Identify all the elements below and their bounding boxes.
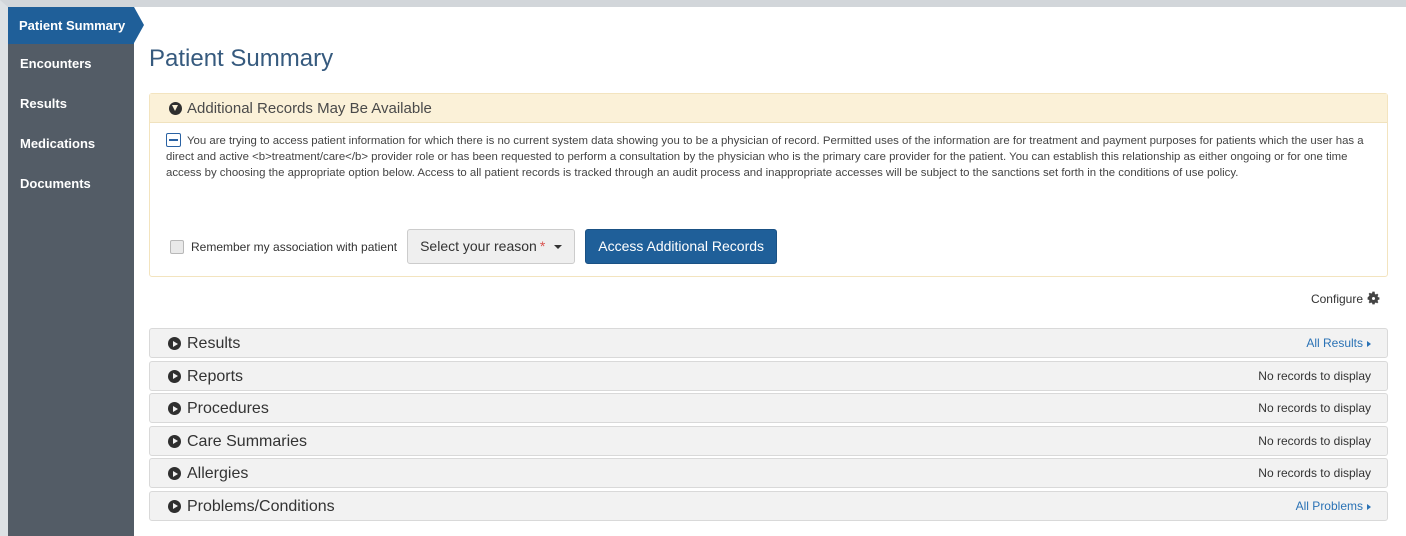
caret-right-icon [1367,503,1371,510]
chevron-circle-right-icon [168,499,181,513]
required-mark: * [539,238,546,254]
sidebar-item-medications[interactable]: Medications [8,124,134,164]
panel-allergies[interactable]: Allergies No records to display [149,458,1388,489]
sidebar-item-patient-summary[interactable]: Patient Summary [8,7,144,44]
panel-status: No records to display [1258,433,1371,448]
panel-status: No records to display [1258,368,1371,383]
all-problems-link[interactable]: All Problems [1296,492,1371,520]
panel-title: Procedures [187,400,269,418]
chevron-circle-down-icon [169,102,182,115]
collapse-icon[interactable] [166,133,181,147]
panel-procedures[interactable]: Procedures No records to display [149,393,1388,424]
reason-select[interactable]: Select your reason * [407,229,576,264]
access-additional-records-button[interactable]: Access Additional Records [585,229,778,264]
chevron-circle-right-icon [168,434,181,448]
panel-title: Care Summaries [187,432,308,450]
chevron-circle-right-icon [168,467,181,481]
panel-status: No records to display [1258,401,1371,416]
alert-title: Additional Records May Be Available [187,100,432,117]
alert-body: You are trying to access patient informa… [150,123,1387,181]
configure-label: Configure [1310,291,1363,306]
chevron-circle-right-icon [168,402,181,416]
remember-association-label: Remember my association with patient [191,239,398,254]
panel-title: Results [187,335,241,352]
sidebar-item-encounters[interactable]: Encounters [8,44,134,84]
caret-right-icon [1367,341,1371,347]
gear-icon [1367,291,1380,305]
page-title: Patient Summary [149,45,334,72]
panel-status: No records to display [1258,466,1371,481]
panel-reports[interactable]: Reports No records to display [149,360,1388,391]
configure-link[interactable]: Configure [1311,291,1381,306]
panel-results[interactable]: Results All Results [149,328,1388,358]
sidebar-item-results[interactable]: Results [8,84,134,124]
caret-down-icon [554,244,563,249]
alert-message: You are trying to access patient informa… [166,135,1364,179]
summary-panels: Results All Results Reports No records t… [149,328,1388,524]
association-form: Remember my association with patient Sel… [170,229,778,264]
all-results-label: All Results [1306,336,1363,350]
panel-problems-conditions[interactable]: Problems/Conditions All Problems [149,490,1388,521]
panel-title: Problems/Conditions [187,497,335,515]
chevron-circle-right-icon [168,337,181,350]
panel-title: Reports [187,367,244,385]
sidebar-item-documents[interactable]: Documents [8,164,134,204]
reason-select-label: Select your reason [420,238,537,254]
panel-title: Allergies [187,465,249,483]
all-problems-label: All Problems [1295,498,1363,513]
all-results-link[interactable]: All Results [1306,329,1371,357]
panel-care-summaries[interactable]: Care Summaries No records to display [149,425,1388,456]
chevron-circle-right-icon [168,369,181,383]
sidebar-nav: Patient Summary Encounters Results Medic… [8,7,144,536]
alert-header[interactable]: Additional Records May Be Available [150,94,1387,123]
additional-records-alert: Additional Records May Be Available You … [149,93,1388,277]
remember-association-checkbox[interactable] [170,239,184,254]
